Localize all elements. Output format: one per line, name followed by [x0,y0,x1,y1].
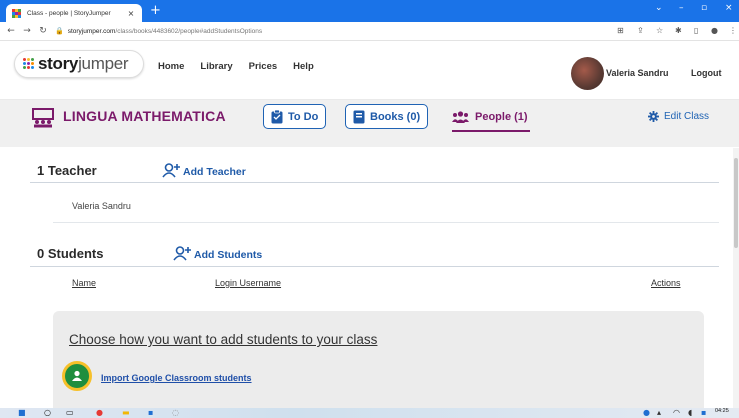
add-teacher-button[interactable]: Add Teacher [162,163,246,178]
edit-class-label: Edit Class [664,111,710,122]
lock-icon[interactable]: 🔒 [55,27,64,35]
url-host: storyjumper.com [67,27,116,35]
paint-taskbar-icon[interactable]: ◌ [172,409,179,417]
students-divider [30,266,719,267]
students-title: 0 Students [37,246,104,261]
scrollbar-thumb[interactable] [734,158,738,248]
windows-taskbar: ■ ○ ▭ ● ▬ ▪ ◌ ● ▴ ◠ ◖ ▪ 04:25 [0,408,739,418]
user-name-link[interactable]: Valeria Sandru [606,68,669,78]
extensions-puzzle-icon[interactable]: ✱ [675,26,682,35]
url-input[interactable]: 🔒 storyjumper.com/class/books/4483602/pe… [55,24,605,38]
tab-people[interactable]: People (1) [452,104,530,132]
add-user-icon [162,163,180,178]
task-view-icon[interactable]: ▭ [66,409,74,417]
storyjumper-logo[interactable]: storyjumper [14,50,144,78]
notification-badge-icon[interactable]: ● [643,409,650,417]
profile-avatar-icon[interactable]: ● [711,26,718,35]
chrome-taskbar-icon[interactable]: ● [96,409,103,417]
books-label: Books (0) [370,110,421,123]
class-name: LINGUA MATHEMATICA [63,108,226,124]
side-panel-icon[interactable]: ▯ [694,26,698,35]
file-explorer-icon[interactable]: ▬ [122,409,130,417]
todo-button[interactable]: To Do [263,104,327,129]
book-icon [353,110,365,123]
window-minimize-button[interactable]: – [679,3,684,13]
reload-icon[interactable]: ↻ [36,26,50,36]
nav-prices[interactable]: Prices [249,61,278,72]
teachers-title: 1 Teacher [37,163,97,178]
import-google-classroom-link[interactable]: Import Google Classroom students [101,373,252,383]
todo-label: To Do [288,110,319,123]
keyboard-icon[interactable]: ▪ [701,409,706,417]
share-icon[interactable]: ⇪ [637,26,644,35]
column-header-login-username[interactable]: Login Username [215,278,281,288]
back-arrow-icon[interactable]: ← [4,26,18,36]
wifi-icon[interactable]: ◠ [673,409,680,417]
classroom-icon [32,108,54,128]
browser-tab-bar: Class - people | StoryJumper × + ⌄ – ▫ × [0,0,739,22]
teacher-row: Valeria Sandru [72,201,131,211]
storyjumper-favicon-icon [12,8,21,18]
logo-text-bold: story [38,54,79,73]
add-students-label: Add Students [194,249,263,261]
page-scrollbar[interactable] [733,148,739,408]
nav-help[interactable]: Help [293,61,314,72]
nav-home[interactable]: Home [158,61,184,72]
books-button[interactable]: Books (0) [345,104,429,129]
add-students-button[interactable]: Add Students [173,246,262,261]
teacher-row-divider [53,222,719,223]
network-icon[interactable]: ▴ [657,409,661,417]
users-icon [452,111,469,123]
site-header: storyjumper Home Library Prices Help Val… [0,42,739,100]
volume-icon[interactable]: ◖ [688,409,692,417]
browser-address-bar: ← → ↻ 🔒 storyjumper.com/class/books/4483… [0,22,739,41]
window-close-button[interactable]: × [725,3,733,13]
gear-icon [648,111,659,122]
clipboard-icon [271,109,283,123]
avatar[interactable] [571,57,604,90]
classroom-person-icon [72,370,82,381]
main-nav: Home Library Prices Help [158,61,330,72]
choose-method-title: Choose how you want to add students to y… [69,332,378,347]
logo-text-light: jumper [78,54,129,73]
add-user-icon [173,246,191,261]
url-path: /class/books/4483602/people#addStudentsO… [115,27,263,35]
tab-search-dropdown-icon[interactable]: ⌄ [655,3,663,13]
browser-menu-icon[interactable]: ⋮ [729,26,737,35]
google-classroom-icon[interactable] [62,361,92,391]
search-icon[interactable]: ○ [44,409,51,417]
tab-close-icon[interactable]: × [126,9,136,18]
tab-title: Class - people | StoryJumper [27,9,111,17]
bookmark-star-icon[interactable]: ☆ [656,26,663,35]
translate-icon[interactable]: ⊞ [617,26,624,35]
new-tab-button[interactable]: + [150,4,161,18]
column-header-actions: Actions [651,278,681,288]
nav-library[interactable]: Library [200,61,232,72]
window-maximize-button[interactable]: ▫ [701,3,707,13]
forward-arrow-icon[interactable]: → [20,26,34,36]
clock-time[interactable]: 04:25 [715,408,729,414]
logo-dots-icon [23,58,35,70]
column-header-name[interactable]: Name [72,278,96,288]
add-students-panel: Choose how you want to add students to y… [53,311,704,418]
people-label: People (1) [475,111,528,123]
add-teacher-label: Add Teacher [183,166,246,178]
app-taskbar-icon[interactable]: ▪ [148,409,153,417]
logout-link[interactable]: Logout [691,68,722,78]
teachers-divider [30,182,719,183]
windows-start-icon[interactable]: ■ [18,409,26,417]
browser-tab-active[interactable]: Class - people | StoryJumper × [6,4,142,22]
class-bar: LINGUA MATHEMATICA To Do Books (0) Peopl… [0,100,739,147]
edit-class-button[interactable]: Edit Class [648,111,709,122]
